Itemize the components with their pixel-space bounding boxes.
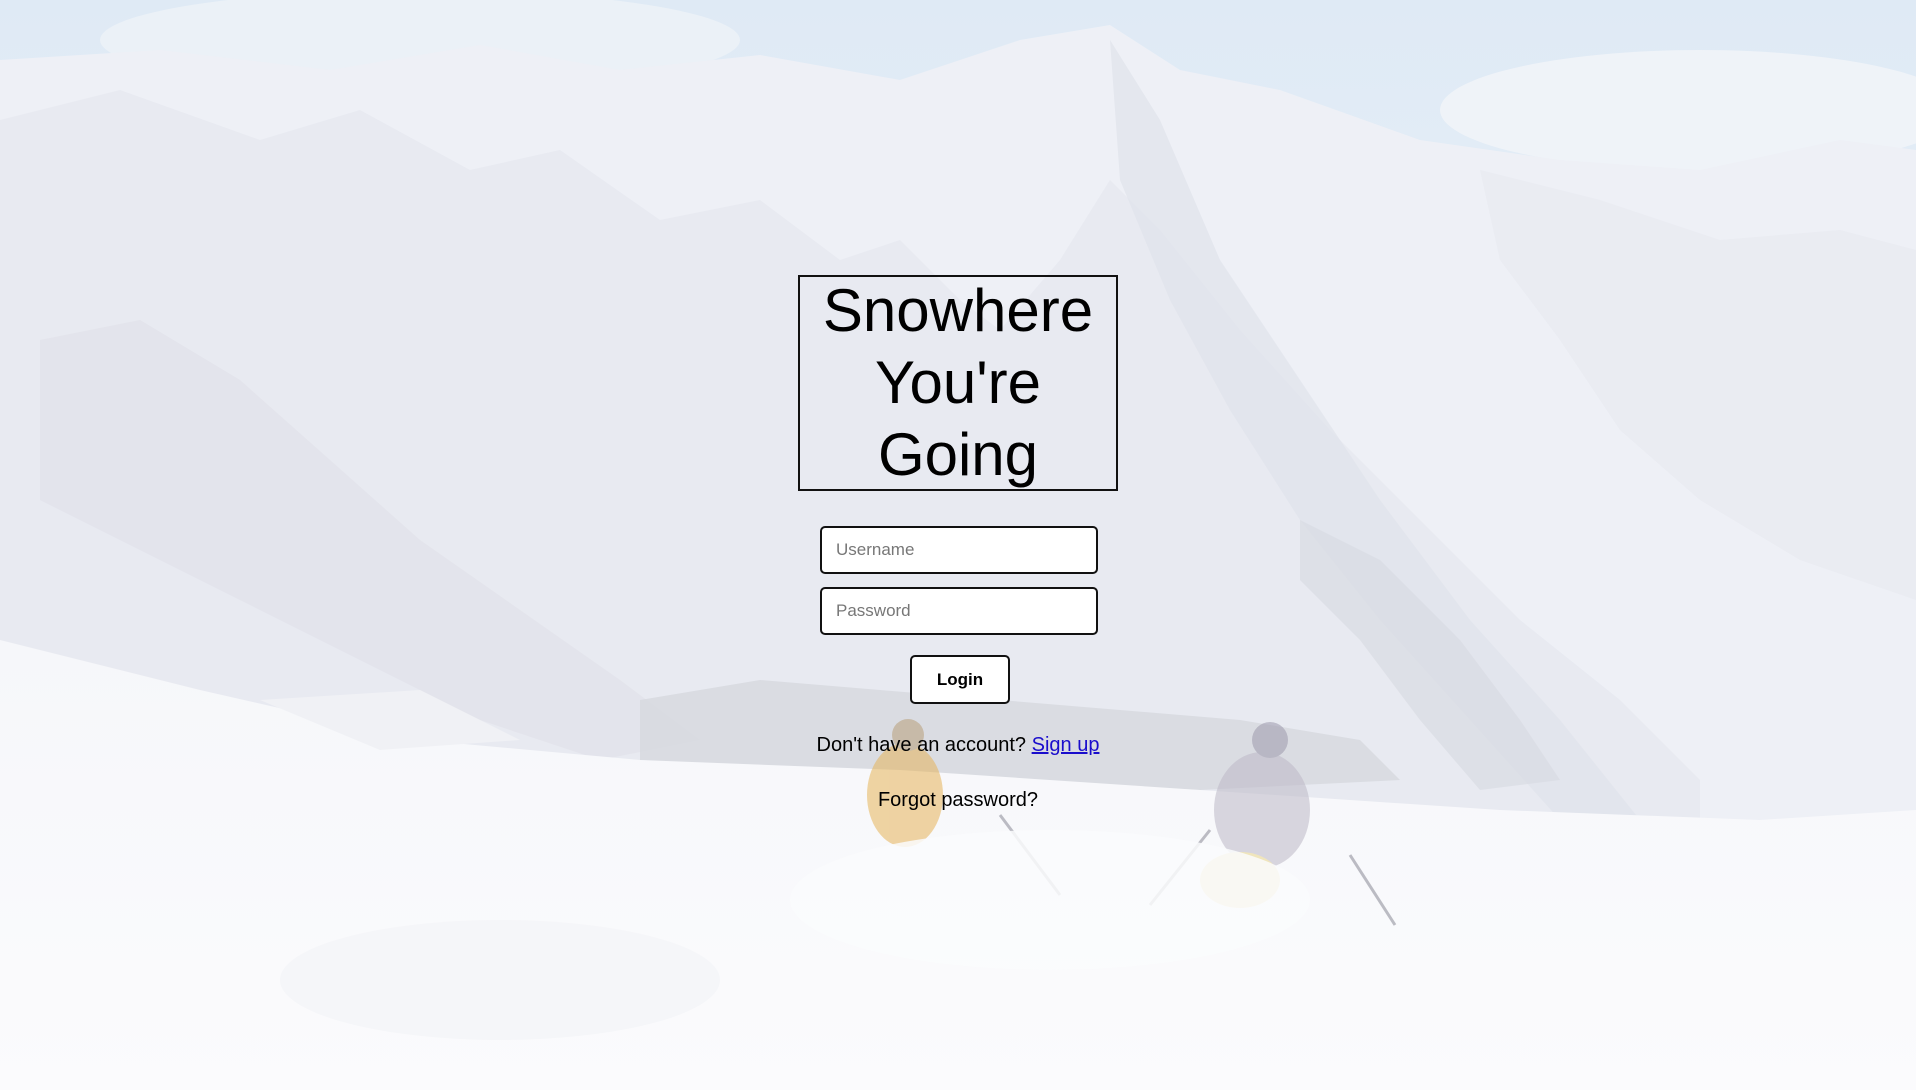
signup-prompt-line: Don't have an account? Sign up bbox=[0, 734, 1916, 757]
username-input[interactable] bbox=[820, 526, 1098, 574]
brand-title-line-1: Snowhere bbox=[822, 277, 1094, 344]
brand-title-line-3: Going bbox=[877, 421, 1039, 488]
password-input[interactable] bbox=[820, 587, 1098, 635]
brand-title-line-2: You're bbox=[874, 349, 1042, 416]
brand-title-box: Snowhere You're Going bbox=[798, 275, 1118, 491]
signup-prompt-text: Don't have an account? bbox=[816, 734, 1032, 756]
login-content: Snowhere You're Going Login Don't have a… bbox=[0, 0, 1916, 1090]
forgot-password-link[interactable]: Forgot password? bbox=[0, 789, 1916, 812]
signup-link[interactable]: Sign up bbox=[1032, 734, 1100, 756]
login-page: Snowhere You're Going Login Don't have a… bbox=[0, 0, 1916, 1090]
login-button[interactable]: Login bbox=[910, 655, 1010, 704]
brand-title: Snowhere You're Going bbox=[808, 275, 1108, 491]
